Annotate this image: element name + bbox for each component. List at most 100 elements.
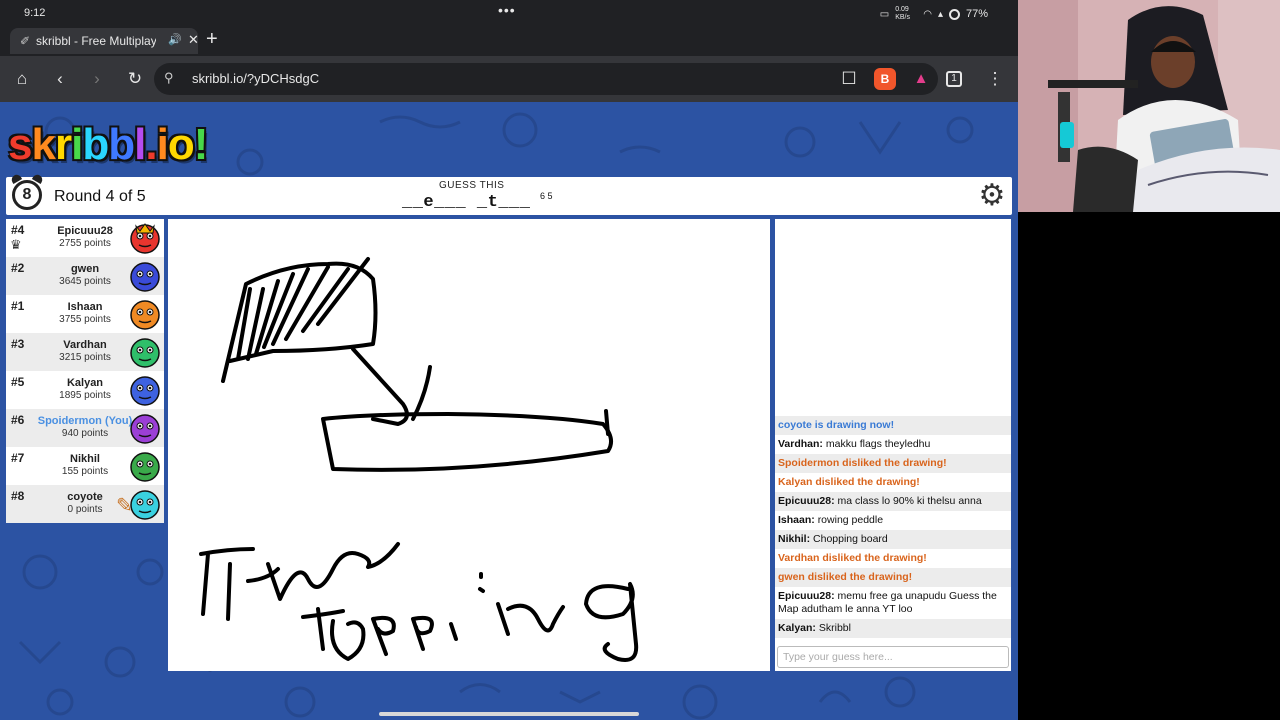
player-row[interactable]: #6 Spoidermon (You) 940 points xyxy=(6,409,164,447)
player-avatar xyxy=(130,376,160,406)
chat-text: Chopping board xyxy=(813,533,888,545)
gesture-home-bar[interactable] xyxy=(379,712,639,716)
battery-level: 77% xyxy=(965,8,988,20)
menu-icon[interactable]: ⋮ xyxy=(984,68,1006,90)
url-text[interactable]: skribbl.io/?yDCHsdgC xyxy=(192,71,319,86)
chat-author: Epicuuu28: xyxy=(778,590,835,602)
chat-message: Ishaan: rowing peddle xyxy=(775,511,1011,530)
player-avatar xyxy=(130,452,160,482)
back-icon[interactable]: ‹ xyxy=(49,68,71,90)
crown-icon: ♛ xyxy=(10,237,22,252)
logo-letter: r xyxy=(54,120,72,169)
chat-message: Epicuuu28: ma class lo 90% ki thelsu ann… xyxy=(775,492,1011,511)
reload-icon[interactable]: ↻ xyxy=(124,68,146,90)
player-row[interactable]: #5 Kalyan 1895 points xyxy=(6,371,164,409)
drawing-strokes xyxy=(199,257,639,662)
tab-count-button[interactable]: 1 xyxy=(946,71,962,87)
chat-message: Kalyan disliked the drawing! xyxy=(775,473,1011,492)
logo-letter: ! xyxy=(193,120,209,169)
chat-text: Spoidermon disliked the drawing! xyxy=(778,457,947,469)
chat-text: rowing peddle xyxy=(817,514,884,526)
site-settings-icon[interactable]: ⚲ xyxy=(164,70,174,86)
player-row[interactable]: #2 gwen 3645 points xyxy=(6,257,164,295)
player-name: Ishaan xyxy=(67,301,103,313)
logo-letter: b xyxy=(108,120,135,169)
chat-message: coyote is drawing now! xyxy=(775,416,1011,435)
guess-input[interactable] xyxy=(777,646,1009,668)
player-avatar xyxy=(130,338,160,368)
chat-text: ma class lo 90% ki thelsu anna xyxy=(837,495,982,507)
settings-gear-icon[interactable]: ⚙ xyxy=(976,180,1008,212)
player-rank: #5 xyxy=(11,375,25,389)
player-points: 1895 points xyxy=(59,390,111,401)
player-rank: #6 xyxy=(11,413,25,427)
player-avatar xyxy=(130,490,160,520)
tab-bar: ✐ skribbl - Free Multiplayer 🔊 ✕ + xyxy=(0,26,1018,56)
status-time: 9:12 xyxy=(24,7,46,19)
chat-text: Skribbl xyxy=(818,622,851,634)
player-rank: #7 xyxy=(11,451,25,465)
network-speed: 0.09 KB/s xyxy=(895,6,910,21)
bookmark-icon[interactable]: ☐ xyxy=(838,68,860,90)
more-dots-icon[interactable]: ••• xyxy=(498,2,516,18)
player-points: 940 points xyxy=(61,428,109,439)
chat-panel: coyote is drawing now! Vardhan: makku fla… xyxy=(775,219,1011,671)
chat-message: Vardhan: makku flags theyledhu xyxy=(775,435,1011,454)
player-list: #4 ♛ Epicuuu28 2755 points #2 gwen 3645 points… xyxy=(6,219,164,523)
brave-shields-icon[interactable]: B xyxy=(874,68,896,90)
close-tab-icon[interactable]: ✕ xyxy=(188,32,199,48)
game-header: 8 Round 4 of 5 GUESS THIS __e___ _t___ 6… xyxy=(6,172,1012,215)
wifi-icon: ◠ xyxy=(923,8,932,20)
player-row[interactable]: #3 Vardhan 3215 points xyxy=(6,333,164,371)
chat-message: Kalyan: Skribbl xyxy=(775,619,1011,638)
player-rank: #2 xyxy=(11,261,25,275)
round-indicator: Round 4 of 5 xyxy=(54,188,146,205)
player-row[interactable]: #8 coyote 0 points ✎ xyxy=(6,485,164,523)
player-name: Kalyan xyxy=(66,377,104,389)
brave-rewards-icon[interactable]: ▲ xyxy=(910,68,932,90)
address-bar[interactable]: ⚲ skribbl.io/?yDCHsdgC xyxy=(154,63,938,95)
chat-text: coyote is drawing now! xyxy=(778,419,895,431)
player-avatar xyxy=(130,300,160,330)
forward-icon[interactable]: › xyxy=(86,68,108,90)
player-rank: #4 xyxy=(11,223,25,237)
hidden-word: __e___ _t___ xyxy=(402,193,531,212)
chat-author: Ishaan: xyxy=(778,514,815,526)
screen: 9:12 ••• ▭ 0.09 KB/s ◠ ▴ 77% ✐ skribbl -… xyxy=(0,0,1280,720)
logo-letter: i xyxy=(71,120,83,169)
player-name: Spoidermon (You) xyxy=(37,415,133,427)
browser-window: 9:12 ••• ▭ 0.09 KB/s ◠ ▴ 77% ✐ skribbl -… xyxy=(0,0,1018,720)
logo-letter: o xyxy=(167,120,195,169)
player-row[interactable]: #4 ♛ Epicuuu28 2755 points xyxy=(6,219,164,257)
speaker-icon[interactable]: 🔊 xyxy=(168,33,182,46)
player-avatar xyxy=(130,223,160,254)
word-lengths: 6 5 xyxy=(540,191,553,201)
skribbl-page: skribbl.io! 8 Round 4 of 5 GUESS THIS __… xyxy=(0,102,1018,720)
chat-messages: coyote is drawing now! Vardhan: makku fla… xyxy=(775,416,1011,638)
home-icon[interactable]: ⌂ xyxy=(11,68,33,90)
player-rank: #8 xyxy=(11,489,25,503)
logo-letter: b xyxy=(82,120,109,169)
tab-skribbl[interactable]: ✐ skribbl - Free Multiplayer 🔊 ✕ xyxy=(10,28,199,54)
timer-value: 8 xyxy=(12,180,42,210)
player-row[interactable]: #1 Ishaan 3755 points xyxy=(6,295,164,333)
chat-message: Epicuuu28: memu free ga unapudu Guess th… xyxy=(775,587,1011,619)
player-row[interactable]: #7 Nikhil 155 points xyxy=(6,447,164,485)
skribbl-logo: skribbl.io! xyxy=(8,120,209,170)
player-points: 3215 points xyxy=(59,352,111,363)
player-points: 3755 points xyxy=(59,314,111,325)
new-tab-button[interactable]: + xyxy=(206,28,218,51)
logo-letter: s xyxy=(8,120,33,169)
status-bar: 9:12 ••• ▭ 0.09 KB/s ◠ ▴ 77% xyxy=(0,0,1018,26)
player-name: Nikhil xyxy=(70,453,100,465)
player-name: gwen xyxy=(70,263,100,275)
player-points: 2755 points xyxy=(59,238,111,249)
battery-icon xyxy=(948,8,960,20)
chat-message: Vardhan disliked the drawing! xyxy=(775,549,1011,568)
chat-author: Kalyan: xyxy=(778,622,816,634)
guess-this-label: GUESS THIS xyxy=(439,180,505,191)
status-right: ▭ 0.09 KB/s ◠ ▴ 77% xyxy=(880,6,988,22)
signal-icon: ▴ xyxy=(937,8,943,20)
browser-toolbar: ⌂ ‹ › ↻ ⚲ skribbl.io/?yDCHsdgC ☐ B ▲ 1 ⋮ xyxy=(0,56,1018,102)
drawing-canvas[interactable] xyxy=(168,219,770,671)
